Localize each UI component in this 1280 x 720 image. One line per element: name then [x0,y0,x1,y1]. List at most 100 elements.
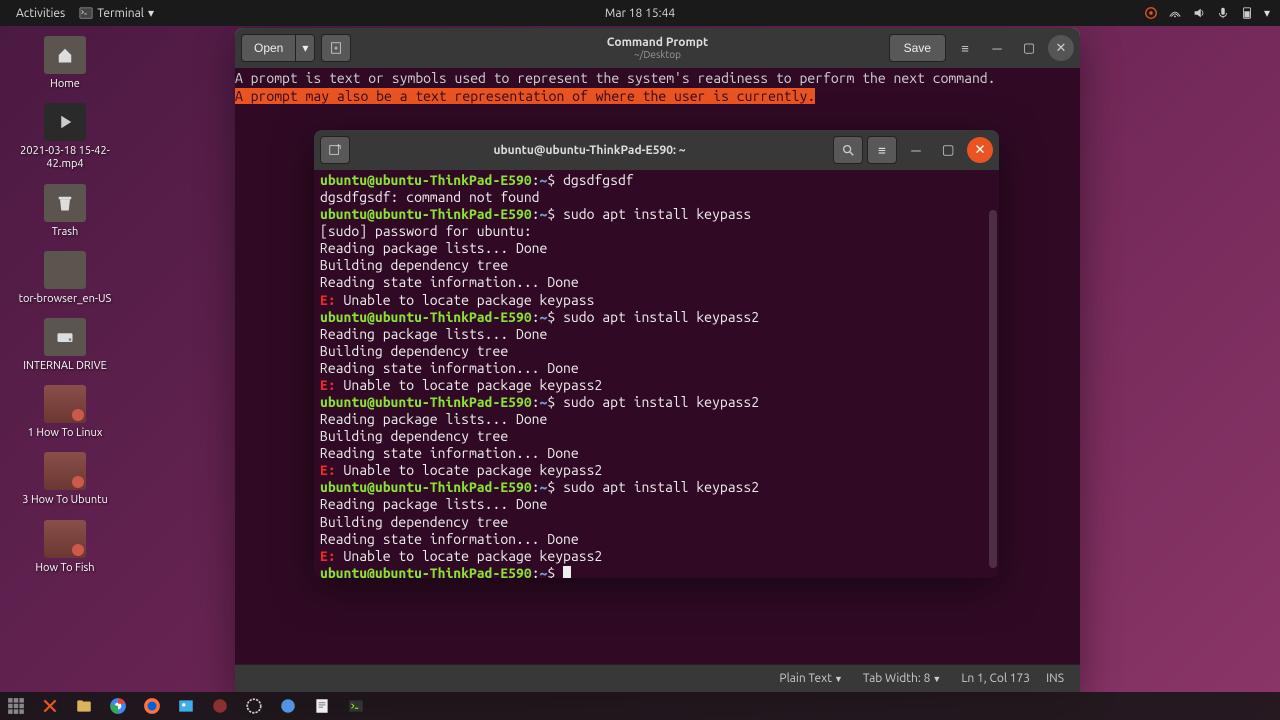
screencast-icon[interactable] [1144,6,1158,20]
terminal-line: [sudo] password for ubuntu: [320,223,993,240]
terminal-line: Reading package lists... Done [320,411,993,428]
terminal-line: Reading state information... Done [320,360,993,377]
dock-app-blue[interactable] [278,696,298,716]
gedit-line-selected: A prompt may also be a text representati… [235,88,815,104]
new-tab-button[interactable] [321,34,351,62]
cursor [563,566,571,578]
gedit-subtitle-label: ~/Desktop [607,49,708,60]
terminal-body[interactable]: ubuntu@ubuntu-ThinkPad-E590:~$ dgsdfgsdf… [314,170,999,578]
desktop-icon[interactable]: INTERNAL DRIVE [10,318,120,373]
terminal-line: E: Unable to locate package keypass [320,292,993,309]
video-icon [44,103,86,141]
terminal-line: Building dependency tree [320,343,993,360]
desktop-icon[interactable]: Home [10,36,120,91]
open-button[interactable]: Open [241,34,296,62]
scrollbar[interactable] [989,210,997,568]
terminal-line: Reading package lists... Done [320,326,993,343]
maximize-button[interactable]: ▢ [935,137,961,163]
clock-label[interactable]: Mar 18 15:44 [605,7,675,20]
folder-icon [44,385,86,423]
show-apps-button[interactable] [6,696,26,716]
app-menu[interactable]: Terminal ▾ [71,6,162,20]
dock-app-x[interactable] [40,696,60,716]
battery-icon[interactable] [1240,6,1254,20]
save-button[interactable]: Save [889,34,946,62]
firefox-icon [143,697,161,715]
open-recent-dropdown[interactable]: ▾ [296,34,315,62]
chevron-down-icon[interactable]: ▾ [1264,6,1270,20]
terminal-line: E: Unable to locate package keypass2 [320,377,993,394]
desktop-icon-label: How To Fish [35,562,94,575]
dock-app-image-viewer[interactable] [176,696,196,716]
dock-app-chrome[interactable] [108,696,128,716]
terminal-line: Building dependency tree [320,514,993,531]
hamburger-menu-button[interactable]: ≡ [867,136,897,164]
app-icon [279,697,297,715]
minimize-button[interactable]: ─ [984,35,1010,61]
folder-icon [44,251,86,289]
terminal-line: Reading state information... Done [320,445,993,462]
desktop-icon[interactable]: 3 How To Ubuntu [10,452,120,507]
desktop-icon-label: tor-browser_en-US [19,293,112,306]
app-icon [211,697,229,715]
hamburger-menu-button[interactable]: ≡ [952,35,978,61]
dock-app-circle[interactable] [244,696,264,716]
terminal-line: ubuntu@ubuntu-ThinkPad-E590:~$ dgsdfgsdf [320,172,993,189]
terminal-line: ubuntu@ubuntu-ThinkPad-E590:~$ sudo apt … [320,479,993,496]
grid-icon [7,697,25,715]
search-button[interactable] [833,136,863,164]
dock-app-terminal[interactable] [346,696,366,716]
terminal-line: dgsdfgsdf: command not found [320,189,993,206]
syntax-dropdown[interactable]: Plain Text [779,672,843,685]
terminal-line: ubuntu@ubuntu-ThinkPad-E590:~$ sudo apt … [320,394,993,411]
gedit-title-label: Command Prompt [607,36,708,49]
circle-icon [245,697,263,715]
new-tab-icon [328,143,342,157]
dock-app-gedit[interactable] [312,696,332,716]
gedit-title: Command Prompt ~/Desktop [607,36,708,60]
new-tab-button[interactable] [320,136,350,164]
dock [0,692,1280,720]
folder-icon [44,318,86,356]
desktop-icon[interactable]: How To Fish [10,520,120,575]
maximize-button[interactable]: ▢ [1016,35,1042,61]
close-button[interactable]: ✕ [967,137,993,163]
x-icon [41,697,59,715]
desktop-icon-label: INTERNAL DRIVE [23,360,107,373]
terminal-line: Building dependency tree [320,428,993,445]
terminal-line: Building dependency tree [320,257,993,274]
volume-icon[interactable] [1192,6,1206,20]
terminal-line: ubuntu@ubuntu-ThinkPad-E590:~$ sudo apt … [320,309,993,326]
terminal-icon [79,6,93,20]
desktop-icon[interactable]: Trash [10,184,120,239]
chrome-icon [109,697,127,715]
close-button[interactable]: ✕ [1048,35,1074,61]
dock-app-firefox[interactable] [142,696,162,716]
insert-mode-label[interactable]: INS [1046,672,1064,685]
terminal-line: Reading package lists... Done [320,496,993,513]
minimize-button[interactable]: ─ [903,137,929,163]
dock-app-files[interactable] [74,696,94,716]
terminal-line: Reading package lists... Done [320,240,993,257]
desktop-icon-label: 1 How To Linux [28,427,103,440]
terminal-title: ubuntu@ubuntu-ThinkPad-E590: ~ [350,144,829,157]
terminal-header: ubuntu@ubuntu-ThinkPad-E590: ~ ≡ ─ ▢ ✕ [314,130,999,170]
dock-app-red[interactable] [210,696,230,716]
files-icon [75,697,93,715]
gedit-icon [313,697,331,715]
terminal-line: ubuntu@ubuntu-ThinkPad-E590:~$ [320,565,993,578]
desktop-icon-label: 3 How To Ubuntu [22,494,108,507]
desktop-icon[interactable]: tor-browser_en-US [10,251,120,306]
terminal-line: E: Unable to locate package keypass2 [320,462,993,479]
tabwidth-dropdown[interactable]: Tab Width: 8 [863,672,941,685]
network-icon[interactable] [1168,6,1182,20]
activities-button[interactable]: Activities [10,7,71,20]
desktop-icon-label: Home [50,78,80,91]
mic-icon[interactable] [1216,6,1230,20]
chevron-down-icon: ▾ [148,6,154,20]
folder-icon [44,452,86,490]
desktop-icon[interactable]: 2021-03-18 15-42-42.mp4 [10,103,120,171]
desktop-icon[interactable]: 1 How To Linux [10,385,120,440]
system-tray: ▾ [1144,6,1270,20]
terminal-line: E: Unable to locate package keypass2 [320,548,993,565]
